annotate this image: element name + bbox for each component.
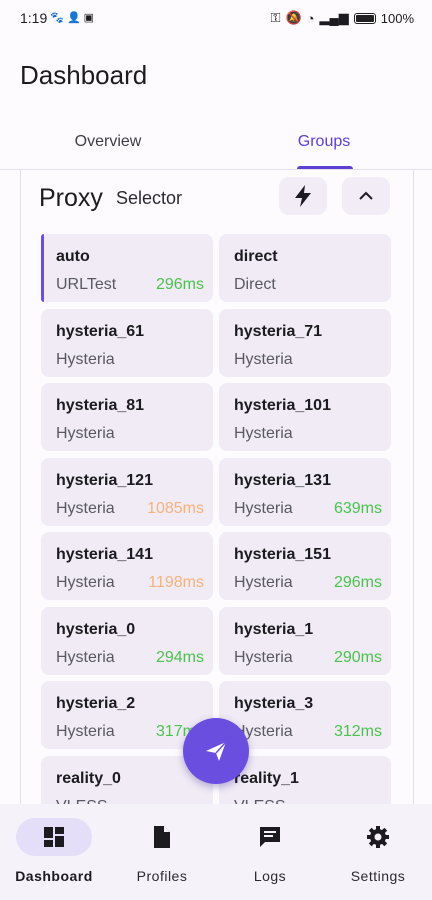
- battery-icon: [353, 12, 376, 24]
- proxy-card[interactable]: hysteria_81 Hysteria: [41, 383, 213, 451]
- tab-overview[interactable]: Overview: [0, 122, 216, 168]
- proxy-type: Hysteria: [234, 574, 293, 591]
- nav-settings[interactable]: Settings: [324, 804, 432, 900]
- proxy-name: hysteria_131: [234, 471, 331, 489]
- nav-label: Settings: [350, 868, 406, 884]
- nav-dashboard-pill: [16, 818, 92, 856]
- proxy-type: Direct: [234, 276, 276, 293]
- proxy-delay: 312ms: [333, 723, 382, 740]
- chevron-up-icon: [359, 191, 373, 200]
- nav-settings-pill: [340, 818, 416, 856]
- proxy-card[interactable]: hysteria_121 Hysteria 1085ms: [41, 457, 213, 526]
- connect-fab[interactable]: [183, 718, 249, 784]
- send-icon: [206, 741, 227, 761]
- proxy-type: Hysteria: [56, 425, 115, 442]
- battery-level: 100%: [380, 10, 414, 26]
- key-icon: ⚿: [270, 10, 281, 25]
- nav-profiles[interactable]: Profiles: [108, 804, 216, 900]
- nav-logs[interactable]: Logs: [216, 804, 324, 900]
- proxy-name: hysteria_2: [56, 695, 136, 712]
- nav-label: Dashboard: [15, 868, 93, 884]
- proxy-name: hysteria_0: [56, 620, 136, 638]
- proxy-delay: 294ms: [155, 648, 204, 666]
- proxy-type: Hysteria: [56, 574, 115, 591]
- proxy-name: hysteria_151: [234, 546, 331, 563]
- group-name: Proxy: [39, 184, 103, 212]
- proxy-type: Hysteria: [56, 499, 115, 517]
- mute-icon: 🔕: [285, 10, 302, 25]
- tab-groups[interactable]: Groups: [216, 122, 432, 168]
- status-bar: 1:19 🐾 👤 ▣ ⚿ 🔕 ◔ ▂▄▆ 100%: [0, 0, 432, 36]
- status-right: ⚿ 🔕 ◔ ▂▄▆ 100%: [271, 10, 414, 26]
- group-type: Selector: [116, 188, 183, 208]
- dashboard-icon: [44, 827, 64, 847]
- proxy-name: hysteria_141: [56, 546, 153, 563]
- proxy-card[interactable]: hysteria_141 Hysteria 1198ms: [41, 532, 213, 600]
- proxy-delay: 1198ms: [148, 574, 204, 591]
- wifi-icon: ◔: [306, 10, 315, 26]
- nav-dashboard[interactable]: Dashboard: [0, 804, 108, 900]
- group-header: Proxy Selector: [21, 170, 413, 230]
- page-title: Dashboard: [20, 60, 148, 90]
- url-test-button[interactable]: [279, 177, 327, 215]
- proxy-type: Hysteria: [56, 723, 115, 740]
- status-left: 1:19 🐾 👤 ▣: [20, 10, 94, 26]
- proxy-type: Hysteria: [56, 350, 115, 368]
- proxy-card[interactable]: hysteria_71 Hysteria: [219, 308, 391, 377]
- proxy-card[interactable]: direct Direct: [219, 234, 391, 302]
- signal-icon: ▂▄▆: [319, 10, 349, 25]
- collapse-button[interactable]: [342, 177, 390, 215]
- proxy-name: hysteria_61: [56, 322, 145, 340]
- nav-label: Logs: [253, 868, 287, 884]
- proxy-card[interactable]: auto URLTest 296ms: [41, 234, 213, 302]
- proxy-card[interactable]: hysteria_131 Hysteria 639ms: [219, 457, 391, 526]
- nav-profiles-pill: [124, 818, 200, 856]
- proxy-name: hysteria_121: [56, 471, 153, 489]
- groups-panel: Proxy Selector auto URLTest 296ms direct Dir…: [20, 170, 414, 804]
- proxy-name: direct: [234, 248, 278, 265]
- proxy-name: reality_0: [56, 769, 121, 787]
- proxy-name: hysteria_1: [234, 620, 314, 638]
- proxy-type: Hysteria: [234, 350, 293, 368]
- proxy-type: Hysteria: [234, 425, 293, 442]
- lightning-icon: [295, 185, 311, 207]
- proxy-type: Hysteria: [56, 648, 115, 666]
- file-icon: [154, 826, 170, 848]
- proxy-name: hysteria_71: [234, 322, 323, 340]
- proxy-delay: 296ms: [155, 276, 204, 293]
- proxy-delay: 296ms: [333, 574, 382, 591]
- chat-icon: [260, 827, 280, 847]
- tab-bar: Overview Groups: [0, 122, 432, 170]
- proxy-name: hysteria_3: [234, 695, 314, 712]
- paw-icon: 🐾: [50, 12, 64, 24]
- proxy-delay: 290ms: [333, 648, 382, 666]
- person-icon: 👤: [66, 12, 81, 24]
- status-time: 1:19: [20, 10, 48, 26]
- proxy-card[interactable]: hysteria_1 Hysteria 290ms: [219, 606, 391, 675]
- gear-icon: [367, 826, 389, 848]
- bottom-navigation: Dashboard Profiles Logs Settings: [0, 804, 432, 900]
- nav-logs-pill: [232, 818, 308, 856]
- proxy-card[interactable]: hysteria_151 Hysteria 296ms: [219, 532, 391, 600]
- proxy-type: URLTest: [56, 276, 117, 293]
- proxy-name: hysteria_101: [234, 397, 331, 414]
- proxy-card[interactable]: hysteria_101 Hysteria: [219, 383, 391, 451]
- proxy-type: Hysteria: [234, 499, 293, 517]
- nav-label: Profiles: [136, 868, 188, 884]
- app-icon: ▣: [83, 12, 95, 24]
- proxy-name: hysteria_81: [56, 397, 145, 414]
- proxy-name: auto: [56, 248, 90, 265]
- proxy-type: Hysteria: [234, 648, 293, 666]
- proxy-delay: 1085ms: [147, 499, 204, 517]
- proxy-name: reality_1: [234, 769, 299, 787]
- proxy-card[interactable]: hysteria_61 Hysteria: [41, 308, 213, 377]
- proxy-delay: 639ms: [333, 499, 382, 517]
- proxy-card[interactable]: hysteria_0 Hysteria 294ms: [41, 606, 213, 675]
